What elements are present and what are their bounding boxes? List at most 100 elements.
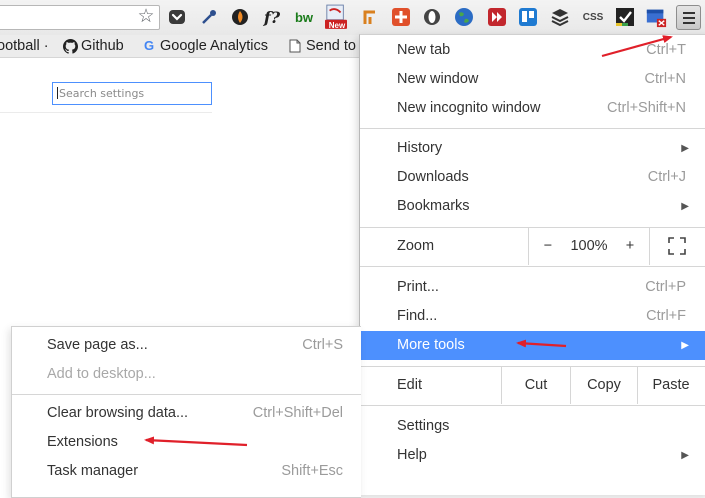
bookmark-label: Send to <box>306 38 356 54</box>
eyedropper-icon[interactable] <box>198 6 220 28</box>
zoom-out-button[interactable]: − <box>540 228 556 265</box>
menu-item-label: Bookmarks <box>397 198 470 214</box>
zoom-level-value: 100% <box>570 238 608 254</box>
menu-row-edit: Edit Cut Copy Paste <box>360 367 705 404</box>
github-icon <box>63 39 78 54</box>
menu-item-extensions[interactable]: Extensions <box>12 428 361 457</box>
menu-item-new-window[interactable]: New window Ctrl+N <box>360 65 705 94</box>
css-label: CSS <box>582 11 604 23</box>
bookmark-label: Google Analytics <box>160 38 269 54</box>
menu-item-label: Print... <box>397 279 439 295</box>
menu-item-label: History <box>397 140 443 156</box>
bookmark-star-icon[interactable]: ☆ <box>135 5 157 29</box>
google-icon: G <box>143 38 155 53</box>
menu-separator <box>360 405 705 406</box>
zoom-label: Zoom <box>397 238 435 254</box>
menu-item-label: New incognito window <box>397 100 541 116</box>
menu-separator <box>360 266 705 267</box>
bw-icon[interactable]: bw <box>293 6 315 28</box>
bookmark-label: Github <box>81 38 124 54</box>
divider <box>528 228 529 265</box>
menu-item-shortcut: Ctrl+J <box>647 169 686 185</box>
menu-row-zoom: Zoom − 100% + <box>360 228 705 265</box>
menu-item-shortcut: Ctrl+F <box>646 308 686 324</box>
menu-item-label: Help <box>397 447 427 463</box>
forward-icon[interactable] <box>486 6 508 28</box>
puzzle-icon[interactable] <box>390 6 412 28</box>
chevron-right-icon: ▶ <box>681 143 689 154</box>
search-settings-input[interactable]: Search settings <box>52 82 212 105</box>
menu-item-save-page-as[interactable]: Save page as... Ctrl+S <box>12 331 361 360</box>
menu-item-new-incognito-window[interactable]: New incognito window Ctrl+Shift+N <box>360 94 705 123</box>
menu-item-downloads[interactable]: Downloads Ctrl+J <box>360 163 705 192</box>
menu-separator <box>12 394 361 395</box>
new-badge-icon[interactable]: New <box>325 4 347 30</box>
divider <box>649 228 650 265</box>
pin-icon[interactable] <box>359 6 381 28</box>
menu-item-shortcut: Ctrl+N <box>644 71 687 87</box>
menu-item-label: Downloads <box>397 169 469 185</box>
menu-item-label: New tab <box>397 42 451 58</box>
menu-item-label: Clear browsing data... <box>47 405 189 421</box>
paste-button[interactable]: Paste <box>638 367 704 404</box>
menu-separator <box>360 128 705 129</box>
fx-label: f? <box>263 7 281 27</box>
trello-icon[interactable] <box>517 6 539 28</box>
menu-item-shortcut: Ctrl+Shift+N <box>607 100 686 116</box>
menu-item-label: Settings <box>397 418 450 434</box>
bw-label: bw <box>294 9 314 25</box>
menu-item-label: Extensions <box>47 434 118 450</box>
more-tools-submenu: Save page as... Ctrl+S Add to desktop...… <box>11 326 361 498</box>
bookmark-google-analytics[interactable]: G Google Analytics <box>142 35 268 57</box>
copy-button[interactable]: Copy <box>571 367 637 404</box>
menu-item-task-manager[interactable]: Task manager Shift+Esc <box>12 457 361 486</box>
menu-item-clear-browsing-data[interactable]: Clear browsing data... Ctrl+Shift+Del <box>12 399 361 428</box>
divider <box>0 112 212 113</box>
bookmark-github[interactable]: Github <box>63 35 124 57</box>
menu-item-label: New window <box>397 71 479 87</box>
menu-item-label: Add to desktop... <box>47 366 156 382</box>
chrome-menu-button[interactable] <box>676 5 701 30</box>
bookmark-label: ootball · <box>0 38 49 54</box>
menu-item-history[interactable]: History ▶ <box>360 134 705 163</box>
menu-item-label: Save page as... <box>47 337 148 353</box>
new-badge-label: New <box>328 21 346 30</box>
chevron-right-icon: ▶ <box>681 450 689 461</box>
browser-toolbar: ☆ f? bw New CSS <box>0 0 705 35</box>
pocket-icon[interactable] <box>166 6 188 28</box>
search-placeholder: Search settings <box>59 87 145 100</box>
checkbox-icon[interactable] <box>614 6 636 28</box>
globe-icon[interactable] <box>453 6 475 28</box>
menu-item-shortcut: Ctrl+S <box>302 337 343 353</box>
shield-icon[interactable] <box>421 6 443 28</box>
swirl-icon[interactable] <box>229 6 251 28</box>
menu-item-settings[interactable]: Settings <box>360 412 705 441</box>
menu-item-more-tools[interactable]: More tools ▶ <box>360 331 705 360</box>
menu-item-find[interactable]: Find... Ctrl+F <box>360 302 705 331</box>
edit-label: Edit <box>397 377 422 393</box>
menu-item-shortcut: Shift+Esc <box>281 463 343 479</box>
menu-item-shortcut: Ctrl+P <box>645 279 686 295</box>
menu-item-help[interactable]: Help ▶ <box>360 441 705 470</box>
css-icon[interactable]: CSS <box>580 6 606 28</box>
menu-item-bookmarks[interactable]: Bookmarks ▶ <box>360 192 705 221</box>
bookmark-send-to[interactable]: Send to <box>288 35 356 57</box>
chevron-right-icon: ▶ <box>681 340 689 351</box>
cut-button[interactable]: Cut <box>502 367 570 404</box>
menu-item-shortcut: Ctrl+Shift+Del <box>252 405 343 421</box>
chevron-right-icon: ▶ <box>681 201 689 212</box>
menu-item-label: Task manager <box>47 463 139 479</box>
chrome-main-menu: New tab Ctrl+T New window Ctrl+N New inc… <box>359 34 705 495</box>
window-close-icon[interactable] <box>645 6 667 28</box>
page-icon <box>288 39 302 53</box>
zoom-in-button[interactable]: + <box>622 228 638 265</box>
menu-item-label: More tools <box>397 337 465 353</box>
fullscreen-icon[interactable] <box>665 228 689 265</box>
layers-icon[interactable] <box>549 6 571 28</box>
bookmark-football[interactable]: ootball · <box>0 35 49 57</box>
menu-item-new-tab[interactable]: New tab Ctrl+T <box>360 36 705 65</box>
menu-item-shortcut: Ctrl+T <box>646 42 686 58</box>
menu-item-print[interactable]: Print... Ctrl+P <box>360 273 705 302</box>
menu-item-label: Find... <box>397 308 438 324</box>
fx-icon[interactable]: f? <box>261 6 283 28</box>
